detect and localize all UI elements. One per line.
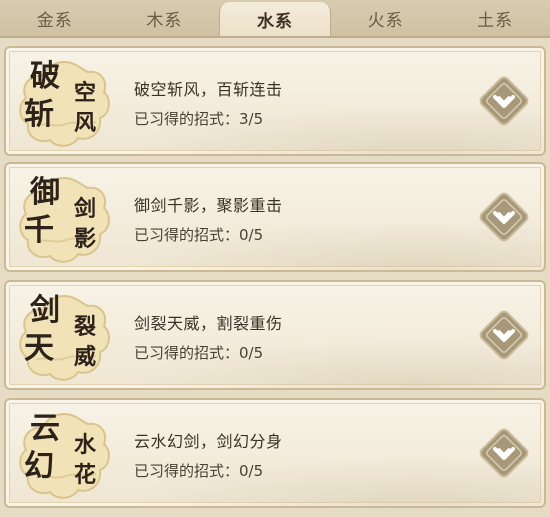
- skill-card[interactable]: 剑 天 裂 威 剑裂天威，割裂重伤 已习得的招式：0/5: [4, 280, 546, 390]
- expand-button[interactable]: [476, 189, 532, 245]
- skill-card[interactable]: 御 千 剑 影 御剑千影，聚影重击 已习得的招式：0/5: [4, 162, 546, 272]
- emblem-glyph: 幻: [24, 449, 54, 484]
- learned-progress: 已习得的招式：0/5: [134, 224, 263, 245]
- learned-progress: 已习得的招式：0/5: [134, 342, 263, 363]
- tab-earth[interactable]: 土系: [440, 0, 550, 36]
- learned-label: 已习得的招式：: [134, 226, 240, 244]
- emblem-glyph: 千: [24, 213, 54, 248]
- learned-count: 0/5: [239, 344, 264, 362]
- expand-button[interactable]: [476, 73, 532, 129]
- emblem-glyph: 天: [24, 331, 54, 366]
- skill-name: 云水幻剑，剑幻分身: [134, 432, 283, 451]
- skill-card[interactable]: 云 幻 水 花 云水幻剑，剑幻分身 已习得的招式：0/5: [4, 398, 546, 508]
- skill-name: 御剑千影，聚影重击: [134, 196, 283, 215]
- expand-button[interactable]: [476, 425, 532, 481]
- chevron-down-icon: [479, 428, 529, 478]
- learned-count: 0/5: [239, 462, 264, 480]
- emblem-glyph: 剑: [74, 196, 97, 222]
- emblem-glyph: 花: [74, 462, 97, 488]
- learned-progress: 已习得的招式：3/5: [134, 108, 263, 129]
- learned-progress: 已习得的招式：0/5: [134, 460, 263, 481]
- skill-emblem: 剑 天 裂 威: [16, 290, 112, 384]
- expand-button[interactable]: [476, 307, 532, 363]
- chevron-down-icon: [479, 310, 529, 360]
- tab-metal[interactable]: 金系: [0, 0, 110, 36]
- emblem-glyph: 破: [30, 59, 60, 94]
- emblem-glyph: 空: [74, 80, 97, 106]
- learned-label: 已习得的招式：: [134, 462, 240, 480]
- learned-count: 0/5: [239, 226, 264, 244]
- emblem-glyph: 斩: [24, 97, 54, 132]
- learned-count: 3/5: [239, 110, 264, 128]
- tab-water[interactable]: 水系: [219, 2, 331, 36]
- element-tab-bar: 金系 木系 水系 火系 土系: [0, 0, 550, 38]
- emblem-glyph: 威: [74, 344, 97, 370]
- emblem-glyph: 风: [74, 110, 97, 136]
- emblem-glyph: 水: [74, 432, 97, 458]
- skill-name: 剑裂天威，割裂重伤: [134, 314, 283, 333]
- tab-wood[interactable]: 木系: [110, 0, 220, 36]
- chevron-down-icon: [479, 192, 529, 242]
- tab-fire[interactable]: 火系: [331, 0, 441, 36]
- skill-name: 破空斩风，百斩连击: [134, 80, 283, 99]
- skill-emblem: 破 斩 空 风: [16, 56, 112, 150]
- emblem-glyph: 剑: [30, 293, 60, 328]
- skill-emblem: 御 千 剑 影: [16, 172, 112, 266]
- learned-label: 已习得的招式：: [134, 110, 240, 128]
- emblem-glyph: 裂: [74, 314, 97, 340]
- skill-card[interactable]: 破 斩 空 风 破空斩风，百斩连击 已习得的招式：3/5: [4, 46, 546, 156]
- emblem-glyph: 御: [30, 175, 60, 210]
- chevron-down-icon: [479, 76, 529, 126]
- learned-label: 已习得的招式：: [134, 344, 240, 362]
- emblem-glyph: 影: [74, 226, 97, 252]
- skill-emblem: 云 幻 水 花: [16, 408, 112, 502]
- emblem-glyph: 云: [30, 411, 60, 446]
